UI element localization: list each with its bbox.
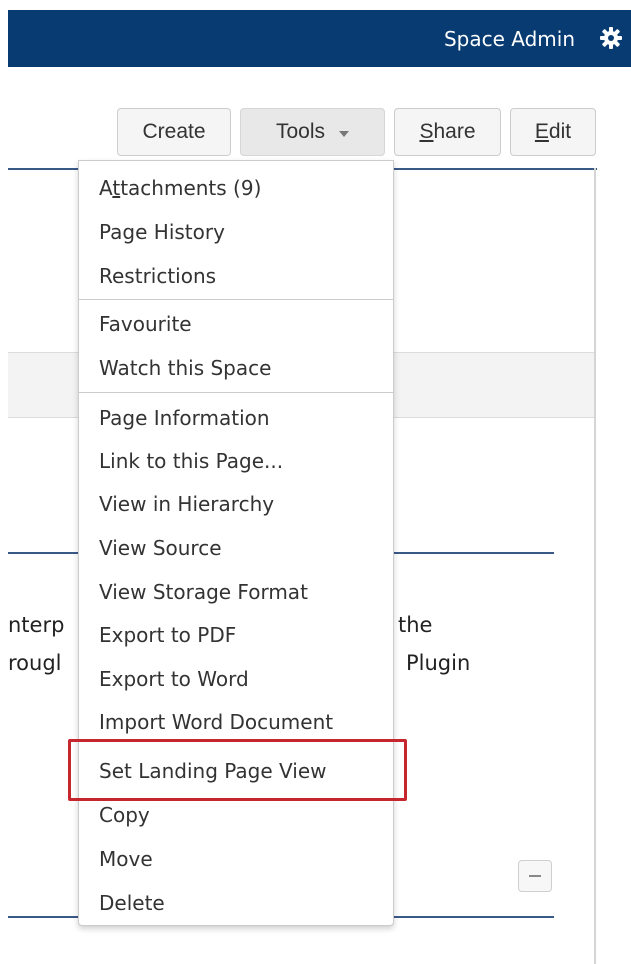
- menu-item-page-information[interactable]: Page Information: [99, 405, 270, 431]
- minus-icon: [529, 875, 541, 877]
- tools-dropdown-menu: Attachments (9) Page History Restriction…: [78, 160, 394, 926]
- menu-separator: [79, 299, 393, 300]
- menu-item-export-word[interactable]: Export to Word: [99, 666, 249, 692]
- menu-item-link-to-page[interactable]: Link to this Page...: [99, 448, 283, 474]
- highlight-outline: [68, 739, 407, 801]
- menu-item-attachments[interactable]: Attachments (9): [99, 175, 261, 201]
- content-border: [594, 168, 596, 964]
- gear-icon[interactable]: [599, 26, 623, 50]
- body-text-fragment: nterp: [8, 613, 65, 637]
- menu-item-view-hierarchy[interactable]: View in Hierarchy: [99, 491, 274, 517]
- body-text-fragment: Plugin: [406, 651, 471, 675]
- menu-item-view-storage-format[interactable]: View Storage Format: [99, 579, 308, 605]
- menu-item-export-pdf[interactable]: Export to PDF: [99, 622, 236, 648]
- share-button[interactable]: Share: [394, 108, 501, 156]
- menu-item-favourite[interactable]: Favourite: [99, 311, 192, 337]
- header-bar: Space Admin: [8, 10, 631, 67]
- body-text-fragment: the: [398, 613, 433, 637]
- tools-button[interactable]: Tools: [240, 108, 385, 156]
- edit-button[interactable]: Edit: [510, 108, 596, 156]
- space-admin-link[interactable]: Space Admin: [444, 27, 575, 51]
- menu-item-page-history[interactable]: Page History: [99, 219, 225, 245]
- menu-item-import-word[interactable]: Import Word Document: [99, 709, 333, 735]
- menu-separator: [79, 392, 393, 393]
- menu-item-move[interactable]: Move: [99, 846, 153, 872]
- menu-item-copy[interactable]: Copy: [99, 802, 150, 828]
- menu-item-view-source[interactable]: View Source: [99, 535, 222, 561]
- body-text-fragment: rougl: [8, 651, 62, 675]
- create-button[interactable]: Create: [117, 108, 231, 156]
- menu-item-delete[interactable]: Delete: [99, 890, 165, 916]
- menu-item-watch-space[interactable]: Watch this Space: [99, 355, 271, 381]
- chevron-down-icon: [339, 130, 350, 137]
- menu-item-restrictions[interactable]: Restrictions: [99, 263, 216, 289]
- collapse-button[interactable]: [518, 860, 552, 892]
